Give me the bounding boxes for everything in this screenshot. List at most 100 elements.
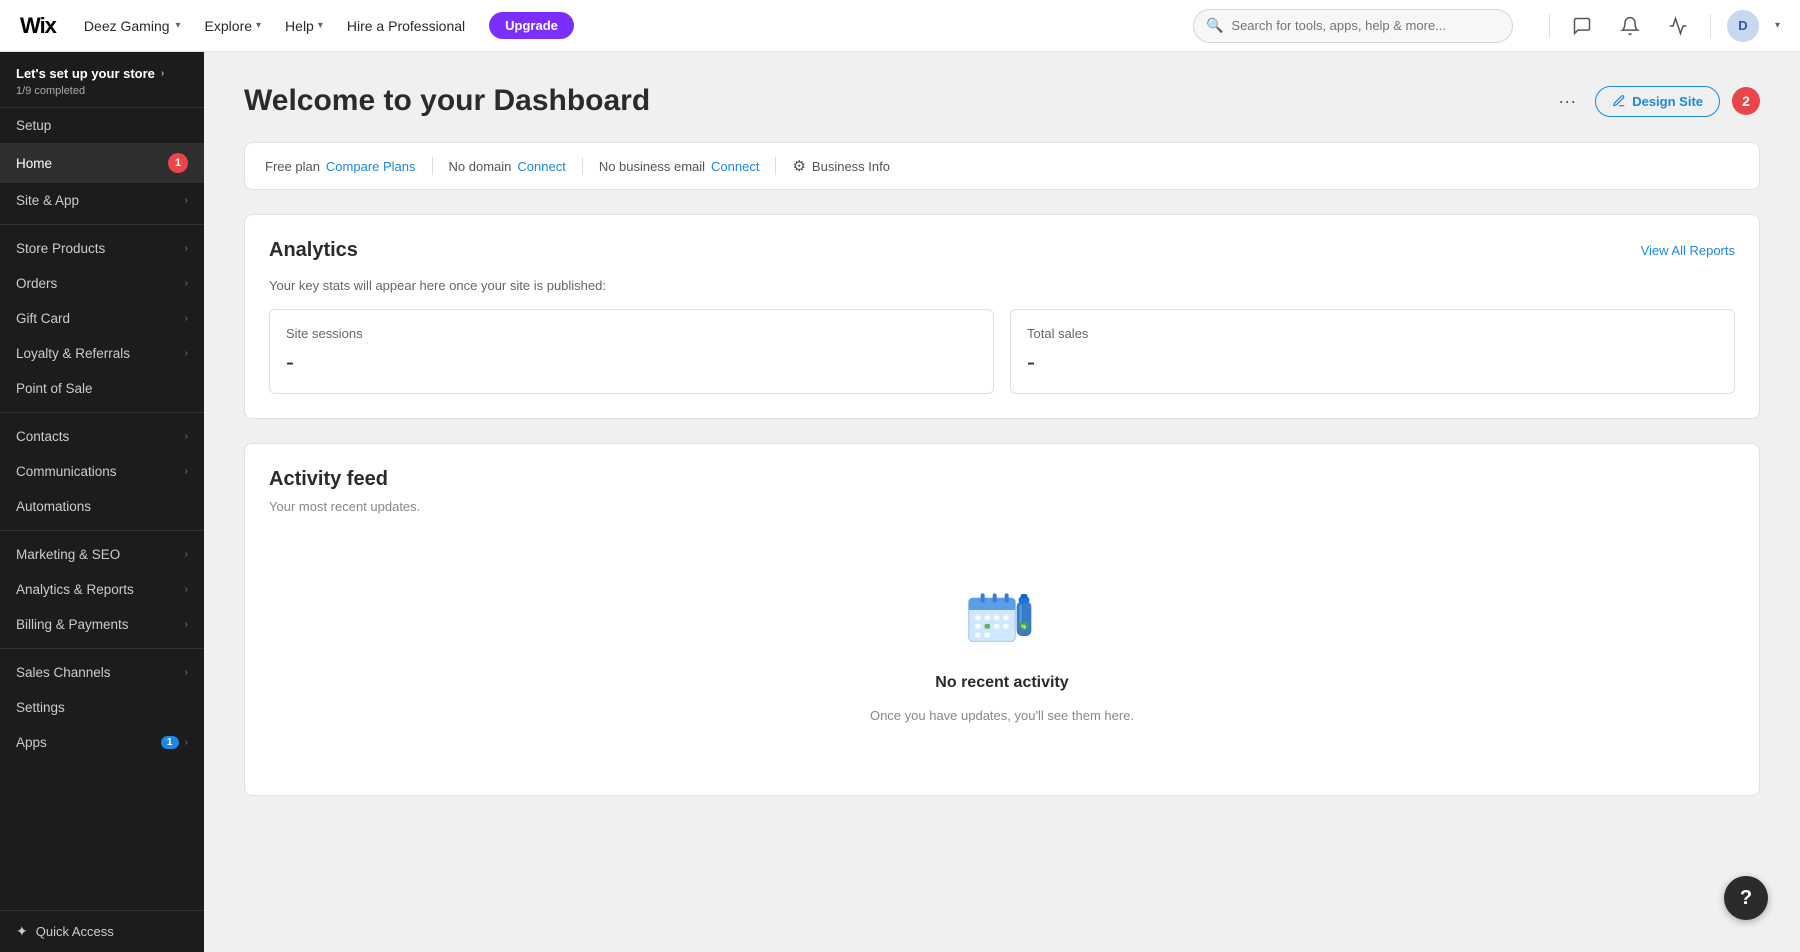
stats-grid: Site sessions - Total sales - bbox=[269, 309, 1735, 394]
sidebar-header: Let's set up your store › 1/9 completed bbox=[0, 52, 204, 108]
stat-sessions-label: Site sessions bbox=[286, 326, 977, 341]
gear-icon: ⚙ bbox=[792, 157, 805, 175]
quick-access-label: Quick Access bbox=[36, 924, 114, 939]
communications-chevron: › bbox=[185, 466, 188, 477]
sidebar-billing-label: Billing & Payments bbox=[16, 617, 129, 632]
search-input[interactable] bbox=[1231, 18, 1500, 33]
nav-explore[interactable]: Explore ▾ bbox=[205, 18, 262, 34]
sidebar-item-site-app[interactable]: Site & App › bbox=[0, 183, 204, 218]
top-nav: Wix Deez Gaming ▾ Explore ▾ Help ▾ Hire … bbox=[0, 0, 1800, 52]
sidebar-item-orders[interactable]: Orders › bbox=[0, 266, 204, 301]
upgrade-button[interactable]: Upgrade bbox=[489, 12, 574, 39]
apps-badge: 1 bbox=[161, 736, 179, 749]
marketing-chevron: › bbox=[185, 549, 188, 560]
setup-label: Let's set up your store bbox=[16, 66, 155, 81]
sidebar-loyalty-label: Loyalty & Referrals bbox=[16, 346, 130, 361]
chat-icon-btn[interactable] bbox=[1566, 10, 1598, 42]
more-options-button[interactable]: ··· bbox=[1551, 85, 1583, 117]
announce-icon-btn[interactable] bbox=[1662, 10, 1694, 42]
help-fab-button[interactable]: ? bbox=[1724, 876, 1768, 920]
design-site-button[interactable]: Design Site bbox=[1595, 86, 1720, 117]
analytics-card: Analytics View All Reports Your key stat… bbox=[244, 214, 1760, 419]
activity-feed-card: Activity feed Your most recent updates. bbox=[244, 443, 1760, 796]
activity-title: Activity feed bbox=[269, 468, 388, 491]
sidebar-communications-label: Communications bbox=[16, 464, 117, 479]
design-site-label: Design Site bbox=[1632, 94, 1703, 109]
sidebar-item-sales-channels[interactable]: Sales Channels › bbox=[0, 655, 204, 690]
site-selector-chevron: ▾ bbox=[176, 20, 181, 31]
billing-chevron: › bbox=[185, 619, 188, 630]
sidebar-contacts-label: Contacts bbox=[16, 429, 69, 444]
search-icon: 🔍 bbox=[1206, 17, 1223, 34]
sidebar-home-label: Home bbox=[16, 156, 52, 171]
site-selector[interactable]: Deez Gaming ▾ bbox=[84, 18, 181, 34]
info-email: No business email Connect bbox=[599, 159, 760, 174]
sidebar-item-analytics[interactable]: Analytics & Reports › bbox=[0, 572, 204, 607]
stat-sales-value: - bbox=[1027, 349, 1718, 377]
help-label: ? bbox=[1740, 887, 1752, 910]
page-header-actions: ··· Design Site 2 bbox=[1551, 85, 1760, 117]
sidebar-item-billing[interactable]: Billing & Payments › bbox=[0, 607, 204, 642]
notification-badge[interactable]: 2 bbox=[1732, 87, 1760, 115]
quick-access-button[interactable]: ✦ Quick Access bbox=[16, 923, 188, 940]
nav-help[interactable]: Help ▾ bbox=[285, 18, 323, 34]
sidebar-item-gift-card[interactable]: Gift Card › bbox=[0, 301, 204, 336]
stats-note: Your key stats will appear here once you… bbox=[269, 278, 1735, 293]
connect-domain-link[interactable]: Connect bbox=[517, 159, 565, 174]
no-email-label: No business email bbox=[599, 159, 705, 174]
sidebar-item-home[interactable]: Home 1 bbox=[0, 143, 204, 183]
sidebar-apps-label: Apps bbox=[16, 735, 47, 750]
sidebar-item-setup[interactable]: Setup bbox=[0, 108, 204, 143]
sidebar-item-contacts[interactable]: Contacts › bbox=[0, 419, 204, 454]
page-header: Welcome to your Dashboard ··· Design Sit… bbox=[244, 84, 1760, 118]
sidebar: Let's set up your store › 1/9 completed … bbox=[0, 52, 204, 952]
sidebar-item-apps[interactable]: Apps 1 › bbox=[0, 725, 204, 760]
info-bar: Free plan Compare Plans No domain Connec… bbox=[244, 142, 1760, 190]
analytics-chevron: › bbox=[185, 584, 188, 595]
connect-email-link[interactable]: Connect bbox=[711, 159, 759, 174]
analytics-title: Analytics bbox=[269, 239, 358, 262]
stat-sales-label: Total sales bbox=[1027, 326, 1718, 341]
setup-link[interactable]: Let's set up your store › bbox=[16, 66, 188, 81]
sidebar-item-loyalty[interactable]: Loyalty & Referrals › bbox=[0, 336, 204, 371]
setup-chevron: › bbox=[161, 68, 164, 79]
avatar-chevron[interactable]: ▾ bbox=[1775, 20, 1780, 31]
stat-box-sales: Total sales - bbox=[1010, 309, 1735, 394]
main-layout: Let's set up your store › 1/9 completed … bbox=[0, 52, 1800, 952]
sales-channels-chevron: › bbox=[185, 667, 188, 678]
view-all-reports-link[interactable]: View All Reports bbox=[1641, 243, 1735, 258]
info-sep-2 bbox=[582, 157, 583, 175]
setup-progress: 1/9 completed bbox=[16, 85, 188, 97]
avatar[interactable]: D bbox=[1727, 10, 1759, 42]
sidebar-item-store-products[interactable]: Store Products › bbox=[0, 231, 204, 266]
nav-divider-2 bbox=[1710, 14, 1711, 38]
info-plan: Free plan Compare Plans bbox=[265, 159, 416, 174]
sidebar-sales-channels-label: Sales Channels bbox=[16, 665, 111, 680]
stat-sessions-value: - bbox=[286, 349, 977, 377]
sidebar-item-communications[interactable]: Communications › bbox=[0, 454, 204, 489]
bell-icon-btn[interactable] bbox=[1614, 10, 1646, 42]
content-area: Welcome to your Dashboard ··· Design Sit… bbox=[204, 52, 1800, 952]
loyalty-chevron: › bbox=[185, 348, 188, 359]
design-icon bbox=[1612, 94, 1626, 108]
no-domain-label: No domain bbox=[449, 159, 512, 174]
sidebar-item-settings[interactable]: Settings bbox=[0, 690, 204, 725]
explore-chevron: ▾ bbox=[256, 20, 261, 31]
nav-hire[interactable]: Hire a Professional bbox=[347, 18, 465, 34]
sidebar-item-automations[interactable]: Automations bbox=[0, 489, 204, 524]
wix-logo: Wix bbox=[20, 13, 56, 39]
page-title: Welcome to your Dashboard bbox=[244, 84, 650, 118]
stat-box-sessions: Site sessions - bbox=[269, 309, 994, 394]
nav-icons: D ▾ bbox=[1549, 10, 1780, 42]
compare-plans-link[interactable]: Compare Plans bbox=[326, 159, 416, 174]
search-bar[interactable]: 🔍 bbox=[1193, 9, 1513, 43]
info-sep-1 bbox=[432, 157, 433, 175]
info-business[interactable]: ⚙ Business Info bbox=[792, 157, 890, 175]
sidebar-item-marketing[interactable]: Marketing & SEO › bbox=[0, 537, 204, 572]
analytics-card-header: Analytics View All Reports bbox=[269, 239, 1735, 262]
activity-empty-text: Once you have updates, you'll see them h… bbox=[870, 708, 1134, 723]
orders-chevron: › bbox=[185, 278, 188, 289]
apps-chevron: › bbox=[185, 737, 188, 748]
sidebar-item-pos[interactable]: Point of Sale bbox=[0, 371, 204, 406]
quick-access-icon: ✦ bbox=[16, 923, 28, 940]
